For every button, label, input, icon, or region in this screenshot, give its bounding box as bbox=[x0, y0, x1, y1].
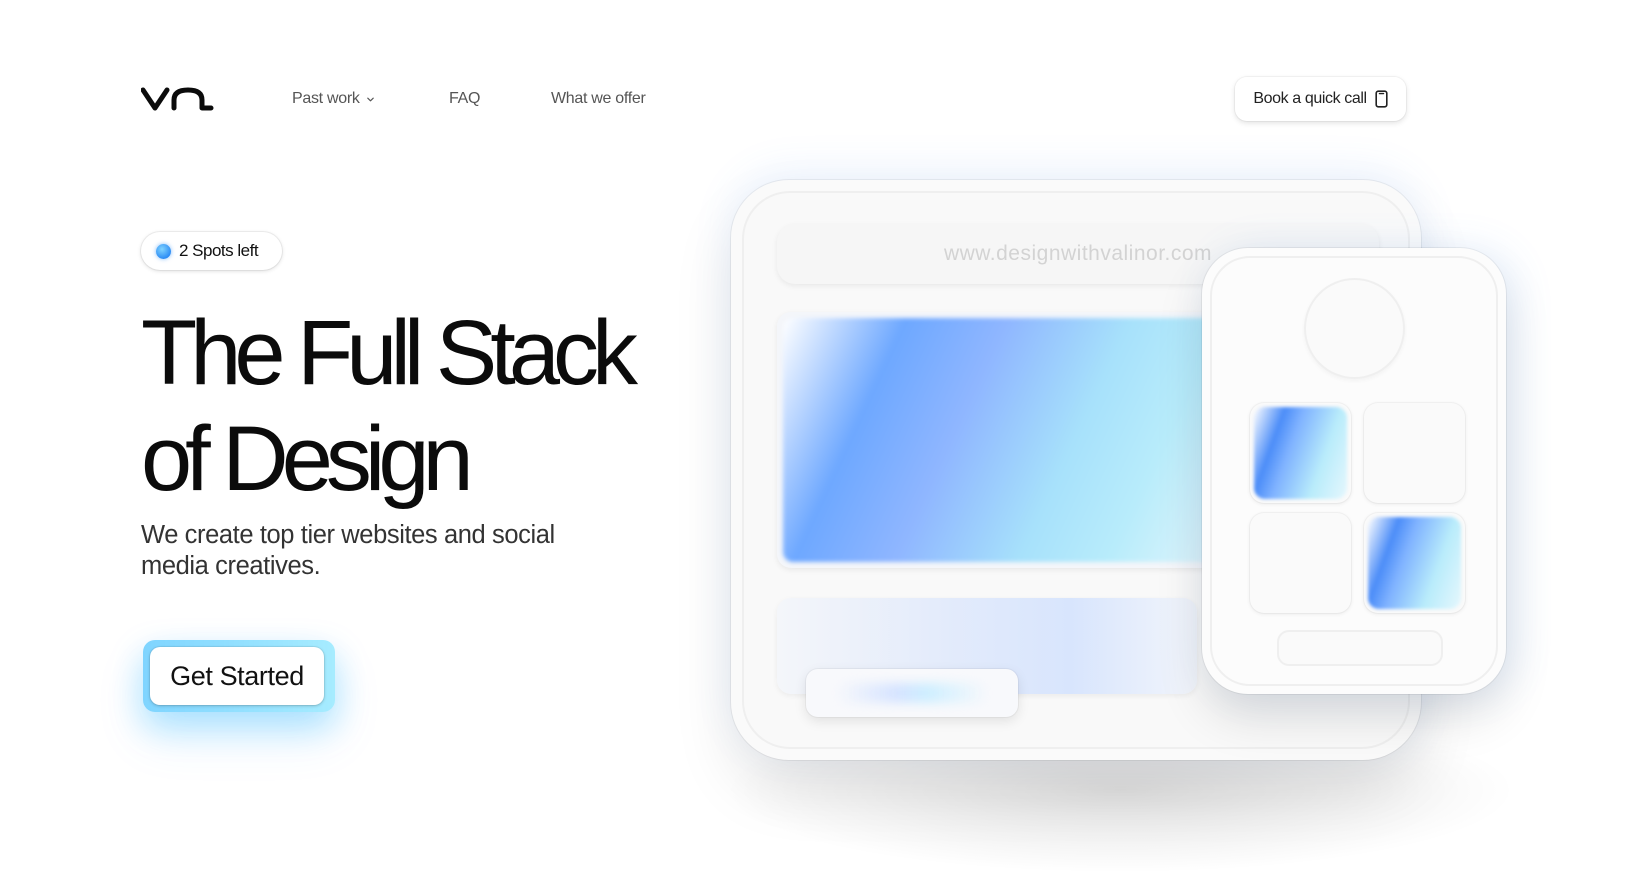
phone-icon bbox=[1375, 90, 1388, 108]
phone-tile bbox=[1364, 403, 1465, 503]
phone-tile-gradient bbox=[1250, 403, 1351, 503]
browser-pill bbox=[806, 669, 1018, 717]
nav-item-label: Past work bbox=[292, 90, 360, 107]
headline-line-1: The Full Stack bbox=[141, 302, 638, 404]
phone-avatar-placeholder bbox=[1304, 278, 1405, 379]
headline-line-2: of Design bbox=[141, 408, 474, 510]
nav-item-label: FAQ bbox=[449, 90, 481, 107]
nav-item-faq[interactable]: FAQ bbox=[449, 90, 480, 108]
browser-url-text: www.designwithvalinor.com bbox=[943, 242, 1213, 265]
brand-logo[interactable] bbox=[141, 86, 215, 112]
chevron-down-icon bbox=[366, 97, 374, 101]
phone-tile-gradient bbox=[1364, 513, 1465, 613]
hero-subtitle: We create top tier websites and social m… bbox=[141, 521, 555, 580]
phone-button-placeholder bbox=[1277, 630, 1443, 666]
spots-left-label: 2 Spots left bbox=[179, 241, 259, 260]
get-started-label: Get Started bbox=[170, 660, 304, 691]
spots-left-badge: 2 Spots left bbox=[141, 232, 282, 270]
gradient-image bbox=[783, 318, 1231, 562]
nav-item-past-work[interactable]: Past work bbox=[292, 90, 375, 108]
book-call-label: Book a quick call bbox=[1253, 90, 1367, 107]
phone-tile bbox=[1250, 513, 1351, 613]
book-call-button[interactable]: Book a quick call bbox=[1235, 77, 1406, 121]
nav-item-label: What we offer bbox=[551, 90, 646, 107]
nav-item-what-we-offer[interactable]: What we offer bbox=[551, 90, 646, 108]
browser-hero-panel bbox=[777, 312, 1237, 568]
get-started-button[interactable]: Get Started bbox=[150, 647, 324, 705]
status-dot-icon bbox=[156, 243, 171, 259]
hero-headline: The Full Stack of Design bbox=[141, 300, 638, 512]
